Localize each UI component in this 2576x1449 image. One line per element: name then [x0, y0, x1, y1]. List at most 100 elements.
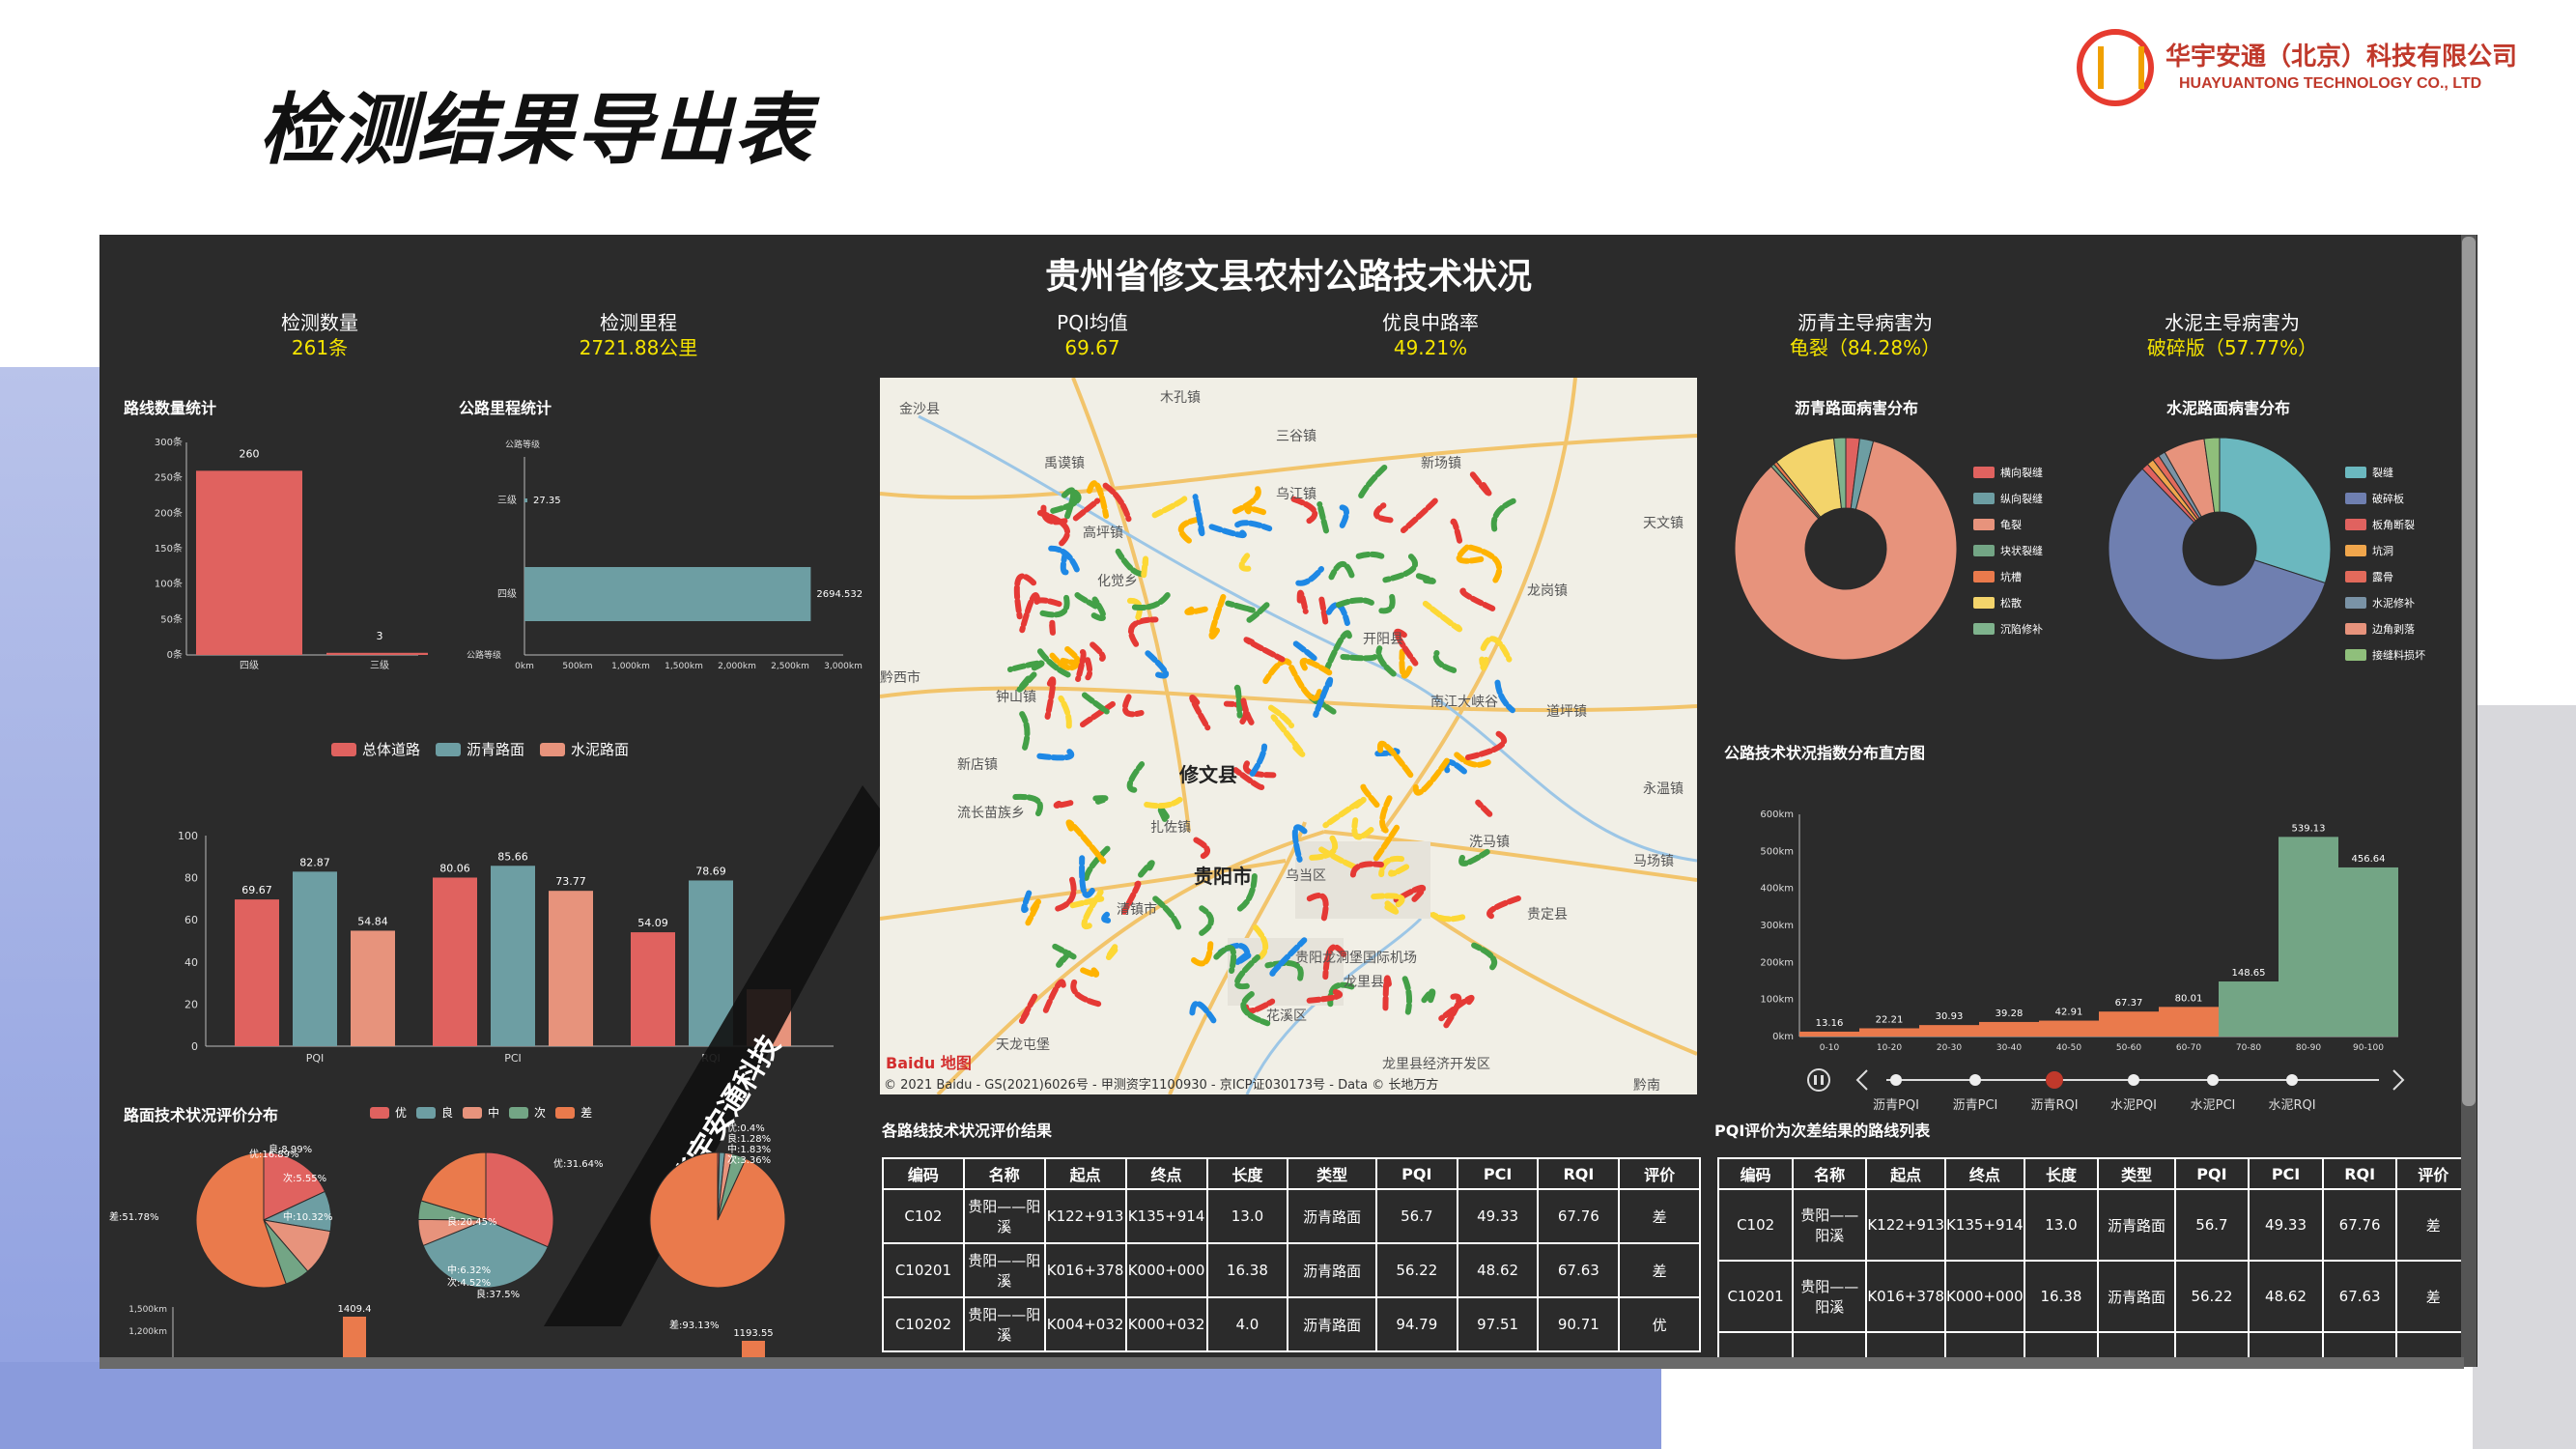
- table-cell: 贵阳——阳溪: [1792, 1188, 1868, 1262]
- table-row[interactable]: C10201 贵阳——阳溪 K016+378 K000+000 16.38 沥青路面 56.…: [1716, 1260, 2471, 1333]
- stat-asphalt-disease: 沥青主导病害为 龟裂（84.28%）: [1749, 310, 1981, 360]
- map-town-label: 洗马镇: [1469, 835, 1510, 850]
- company-logo-icon: [2077, 29, 2154, 106]
- y-tick-label: 80: [184, 872, 198, 885]
- pie-label: 中:10.32%: [283, 1210, 333, 1223]
- table-row[interactable]: C10201 贵阳——阳溪 K016+378 K000+000 16.38 沥青路面 56.…: [882, 1242, 1701, 1298]
- pause-icon: [1821, 1075, 1824, 1085]
- route-segment: [1105, 944, 1120, 961]
- route-table: 编码 名称 起点 终点 长度 类型 PQI PCI RQI 评价 C102 贵阳——阳溪 K122+9…: [882, 1157, 1701, 1352]
- column-header: RQI: [2321, 1157, 2398, 1190]
- data-label: 1193.55: [733, 1328, 773, 1339]
- route-segment: [1034, 749, 1075, 761]
- route-segment: [1400, 497, 1438, 534]
- background-blue-bottom: [0, 1362, 1661, 1449]
- route-segment: [1121, 694, 1145, 718]
- data-label: 54.84: [357, 915, 388, 927]
- map-credit: © 2021 Baidu - GS(2021)6026号 - 甲测资字11009…: [884, 1078, 1439, 1093]
- stat-count: 检测数量 261条: [204, 310, 436, 360]
- section-eval-dist: 路面技术状况评价分布: [124, 1106, 279, 1124]
- x-tick-label: 3,000km: [824, 662, 863, 671]
- y-tick-label: 150条: [155, 542, 183, 554]
- timeline-label: 水泥PQI: [2110, 1098, 2157, 1113]
- route-segment: [1316, 500, 1330, 534]
- vertical-scrollbar-thumb[interactable]: [2462, 237, 2476, 1106]
- route-map[interactable]: 木孔镇 三谷镇 金沙县 禹谟镇 乌江镇 新场镇 高坪镇 化觉乡 开阳县 天文镇 黔西市 钟山镇 龙岗镇修…: [880, 378, 1697, 1094]
- route-segment: [1443, 758, 1467, 775]
- y-tick-label: 三级: [497, 495, 517, 506]
- x-tick-label: 30-40: [1996, 1043, 2022, 1053]
- legend-swatch: [1973, 597, 1995, 609]
- table-row[interactable]: C102 贵阳——阳溪 K122+913 K135+914 13.0 沥青路面 56.7 49…: [882, 1188, 1701, 1244]
- legend-swatch: [1973, 571, 1995, 582]
- horizontal-scrollbar[interactable]: [99, 1357, 2464, 1369]
- legend-swatch: [2345, 467, 2366, 478]
- route-segment: [1025, 898, 1041, 926]
- table-cell: 优: [1618, 1296, 1701, 1352]
- pie-label: 中:1.83%: [727, 1143, 771, 1155]
- stat-value: 龟裂（84.28%）: [1789, 336, 1941, 359]
- route-segment: [1422, 600, 1462, 633]
- legend-item: 水泥路面: [540, 739, 629, 759]
- y-tick-label: 300km: [1760, 921, 1794, 931]
- legend-label: 沉陷修补: [2000, 622, 2043, 636]
- route-segment: [1021, 890, 1033, 914]
- map-town-label: 清镇市: [1117, 902, 1157, 918]
- y-tick-label: 250条: [155, 471, 183, 484]
- data-label: 13.16: [1816, 1018, 1844, 1029]
- route-segment: [1382, 554, 1419, 583]
- route-segment: [1479, 656, 1489, 671]
- legend-label: 破碎板: [2372, 492, 2404, 505]
- legend-swatch: [1973, 623, 1995, 635]
- data-label: 39.28: [1996, 1009, 2024, 1019]
- timeline-dot: [2286, 1074, 2298, 1086]
- data-label: 260: [240, 447, 260, 460]
- route-segment: [1351, 817, 1374, 840]
- table-cell: 94.79: [1374, 1296, 1458, 1352]
- map-town-label: 龙里县: [1344, 975, 1384, 990]
- table-cell: 贵阳——阳溪: [962, 1242, 1046, 1298]
- pie-slice: [649, 1151, 786, 1289]
- route-segment: [1101, 911, 1116, 924]
- map-town-label: 黔西市: [880, 670, 920, 686]
- legend-swatch: [2345, 493, 2366, 504]
- route-segment: [1138, 860, 1155, 878]
- route-segment: [1375, 645, 1397, 677]
- timeline-dot: [1969, 1074, 1981, 1086]
- asphalt-pie-chart: 横向裂缝纵向裂缝龟裂块状裂缝坑槽松散沉陷修补: [1734, 437, 2043, 661]
- x-tick-label: 三级: [370, 660, 389, 671]
- table-cell: 49.33: [1456, 1188, 1540, 1244]
- axis-title: 公路等级: [505, 439, 540, 450]
- table-cell: 16.38: [2023, 1260, 2100, 1333]
- eval-dist-chart: 优:16.89%良:8.99%次:5.55%中:10.32%差:51.78%优:…: [109, 1123, 786, 1365]
- x-tick-label: 0-10: [1820, 1043, 1840, 1053]
- column-header: 名称: [962, 1157, 1046, 1190]
- route-segment: [1199, 905, 1214, 936]
- bar: [524, 567, 811, 621]
- stat-label: 检测里程: [600, 311, 677, 334]
- x-tick-label: PQI: [306, 1052, 325, 1065]
- route-segment: [1471, 942, 1498, 971]
- table-row[interactable]: C10202 贵阳——阳溪 K004+032 K000+032 4.0 沥青路面 94.79…: [882, 1296, 1701, 1352]
- y-tick-label: 100条: [155, 578, 183, 590]
- bar: [235, 899, 279, 1046]
- route-segment: [1262, 658, 1292, 685]
- column-header: 类型: [1287, 1157, 1377, 1190]
- route-segment: [1075, 648, 1087, 683]
- x-tick-label: 20-30: [1937, 1043, 1962, 1053]
- legend-label: 坑槽: [2000, 570, 2022, 583]
- table-cell: 90.71: [1537, 1296, 1621, 1352]
- route-segment: [1151, 496, 1188, 519]
- pie-label: 差:93.13%: [669, 1319, 720, 1331]
- table-cell: K122+913: [1865, 1188, 1946, 1262]
- y-tick-label: 600km: [1760, 810, 1794, 820]
- table-cell: K016+378: [1865, 1260, 1946, 1333]
- table-row[interactable]: C102 贵阳——阳溪 K122+913 K135+914 13.0 沥青路面 56.7 49…: [1716, 1188, 2471, 1262]
- pie-label: 差:51.78%: [109, 1210, 159, 1223]
- table-cell: C102: [1716, 1188, 1795, 1262]
- route-segment: [1065, 819, 1107, 865]
- table-cell: 沥青路面: [1287, 1296, 1377, 1352]
- x-tick-label: 500km: [562, 662, 592, 671]
- route-segment: [1467, 544, 1503, 583]
- legend-item: 总体道路: [331, 739, 420, 759]
